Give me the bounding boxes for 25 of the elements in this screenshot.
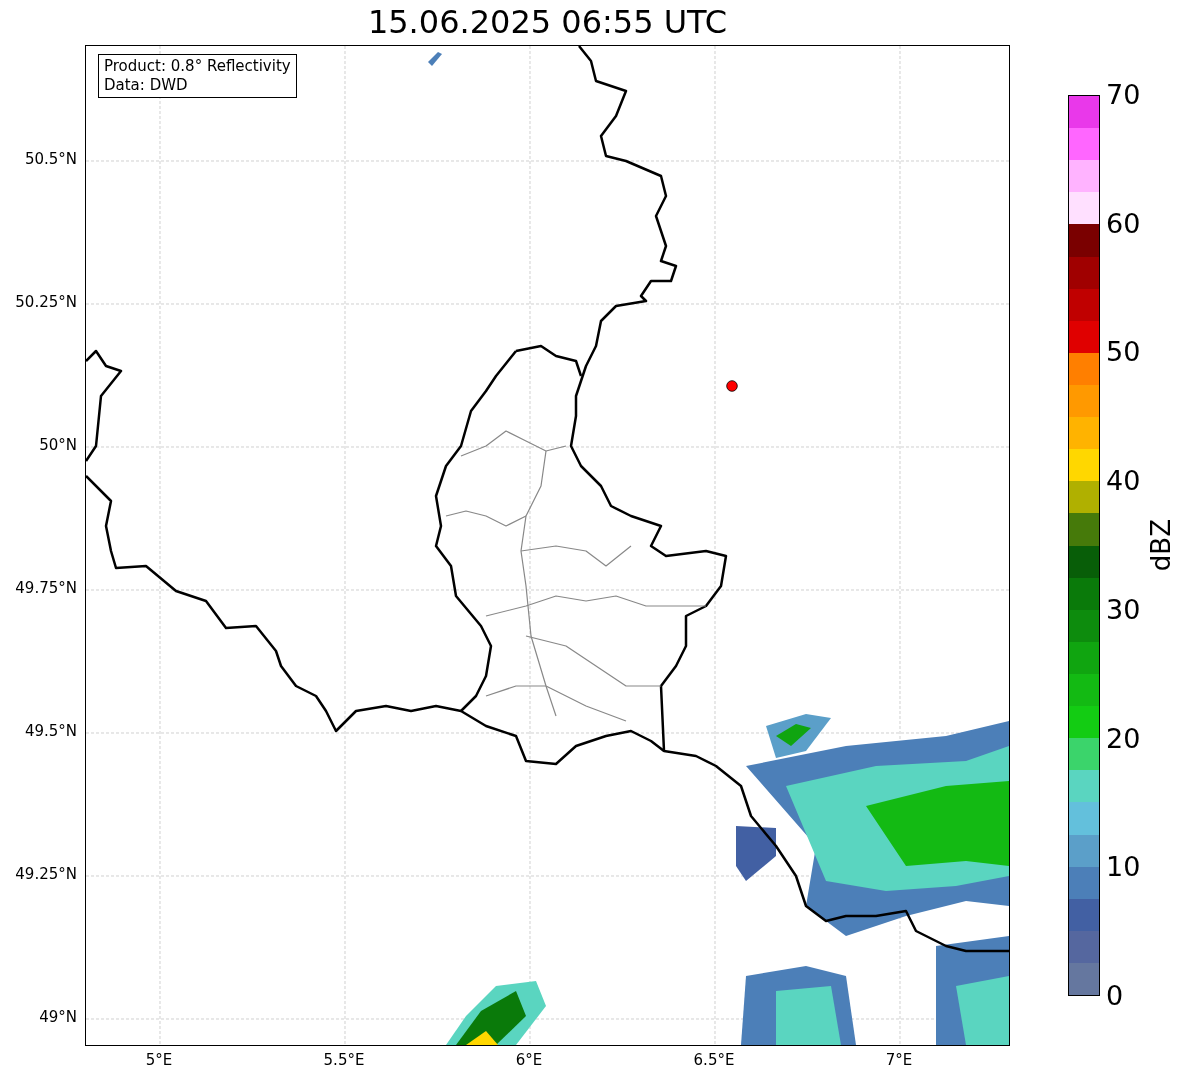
- longitude-label: 6°E: [515, 1053, 543, 1068]
- annotation-text: Product: 0.8° Reflectivity: [104, 57, 291, 76]
- chart-title: 15.06.2025 06:55 UTC: [367, 5, 728, 38]
- latitude-label: 50°N: [39, 438, 77, 453]
- colorbar-tick-label: 60: [1106, 209, 1141, 238]
- latitude-label: 50.5°N: [24, 152, 77, 167]
- longitude-label: 7°E: [885, 1053, 913, 1068]
- latitude-label: 49.75°N: [15, 581, 77, 596]
- latitude-label: 49°N: [39, 1010, 77, 1025]
- latitude-label: 49.25°N: [15, 867, 77, 882]
- longitude-label: 5°E: [145, 1053, 173, 1068]
- longitude-label: 6.5°E: [693, 1053, 735, 1068]
- longitude-label: 5.5°E: [323, 1053, 365, 1068]
- location-marker-icon: [726, 380, 738, 392]
- latitude-label: 50.25°N: [15, 295, 77, 310]
- colorbar-tick-label: 0: [1106, 981, 1125, 1010]
- colorbar-tick-label: 40: [1106, 467, 1141, 496]
- latitude-label: 49.5°N: [24, 724, 77, 739]
- colorbar-tick-label: 70: [1106, 81, 1141, 109]
- colorbar-tick-label: 10: [1106, 853, 1141, 882]
- colorbar-tick-label: 20: [1106, 724, 1141, 753]
- colorbar-label: dBZ: [1146, 519, 1177, 572]
- colorbar-tick-label: 50: [1106, 338, 1141, 367]
- annotation-text: Data: DWD: [104, 76, 189, 95]
- colorbar-tick-label: 30: [1106, 595, 1141, 624]
